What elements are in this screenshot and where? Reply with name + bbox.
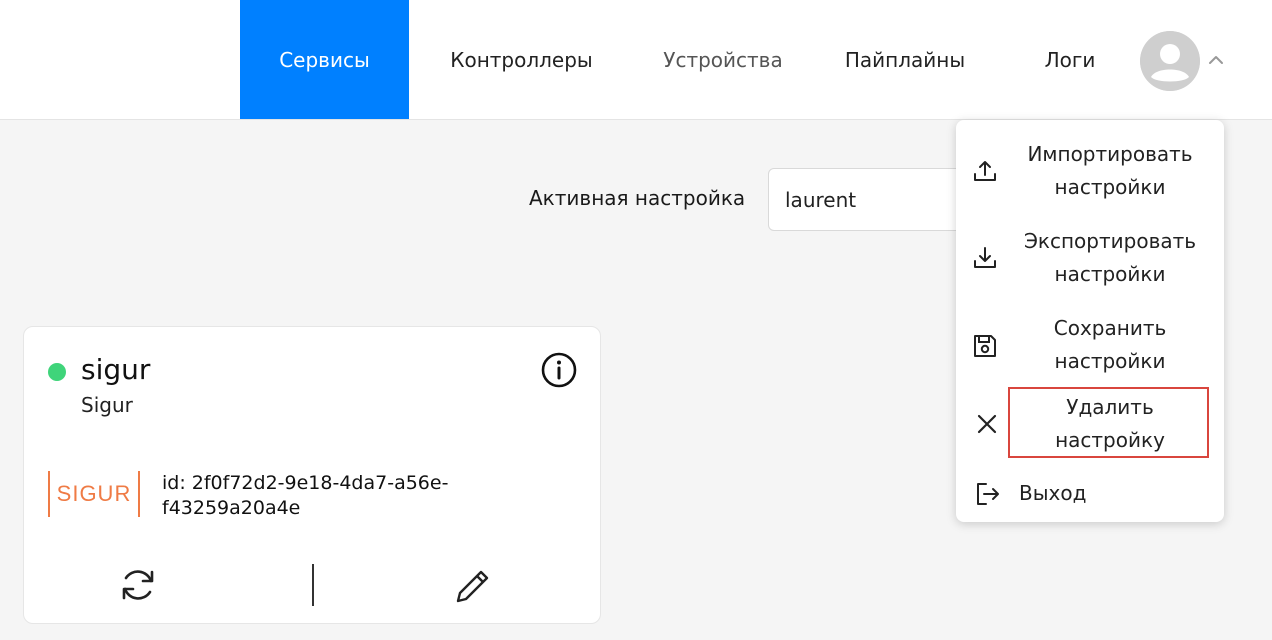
menu-item-label: Сохранить [1053, 316, 1167, 340]
top-navigation-bar: Сервисы Контроллеры Устройства Пайплайны… [0, 0, 1272, 120]
menu-item-import-settings[interactable]: Импортировать настройки [956, 128, 1224, 214]
nav-tab-logs[interactable]: Логи [1030, 0, 1110, 119]
menu-item-label: настройки [1054, 349, 1166, 373]
active-setting-label: Активная настройка [529, 186, 746, 210]
chevron-up-icon[interactable] [1206, 50, 1226, 70]
status-indicator [48, 363, 66, 381]
upload-icon [974, 161, 996, 181]
refresh-icon[interactable] [118, 565, 158, 605]
menu-item-label: настройки [1054, 175, 1166, 199]
service-title: sigur [81, 353, 151, 386]
info-icon[interactable] [540, 351, 578, 389]
menu-item-label: настройки [1054, 262, 1166, 286]
menu-item-label: Выход [1019, 481, 1087, 505]
user-avatar[interactable] [1140, 31, 1200, 91]
download-icon [974, 247, 996, 268]
menu-item-label: Экспортировать [1023, 229, 1197, 253]
actions-divider [312, 564, 314, 606]
active-setting-value: laurent [785, 187, 857, 212]
service-card: sigur Sigur SIGUR id: 2f0f72d2-9e18-4da7… [23, 326, 601, 624]
user-icon [1140, 31, 1200, 91]
nav-tab-controllers[interactable]: Контроллеры [430, 0, 613, 119]
nav-tab-services[interactable]: Сервисы [240, 0, 409, 119]
menu-item-label: Удалить [1066, 395, 1154, 419]
service-subtitle: Sigur [81, 393, 133, 417]
menu-item-label: настройку [1055, 428, 1165, 452]
menu-item-logout[interactable]: Выход [956, 474, 1224, 514]
menu-item-export-settings[interactable]: Экспортировать настройки [956, 215, 1224, 301]
nav-tab-devices[interactable]: Устройства [648, 0, 798, 119]
edit-pencil-icon[interactable] [454, 567, 492, 605]
save-icon [974, 335, 996, 357]
user-menu-dropdown: Импортировать настройки Экспортировать н… [956, 120, 1224, 522]
sigur-logo: SIGUR [48, 471, 140, 517]
close-icon [977, 414, 997, 434]
menu-item-label: Импортировать [1027, 142, 1193, 166]
logout-icon [977, 483, 999, 505]
menu-item-save-settings[interactable]: Сохранить настройки [956, 302, 1224, 388]
service-id: id: 2f0f72d2-9e18-4da7-a56e-f43259a20a4e [162, 472, 449, 519]
nav-tab-pipelines[interactable]: Пайплайны [830, 0, 980, 119]
menu-item-delete-setting[interactable]: Удалить настройку [956, 389, 1224, 475]
